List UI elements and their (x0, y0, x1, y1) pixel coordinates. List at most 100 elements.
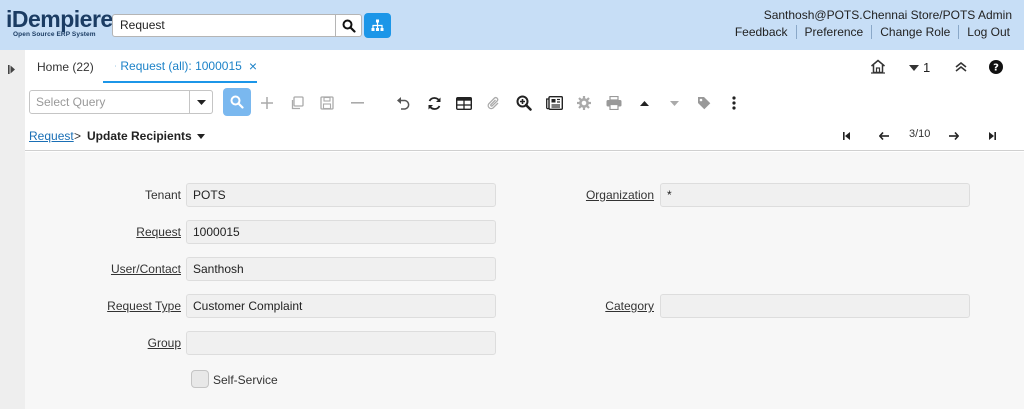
self-service-label: Self-Service (213, 373, 278, 387)
newspaper-icon (545, 96, 563, 110)
report-button[interactable] (541, 90, 567, 116)
tag-button[interactable] (691, 90, 717, 116)
menu-tree-button[interactable] (364, 13, 391, 38)
user-info[interactable]: Santhosh@POTS.Chennai Store/POTS Admin (764, 8, 1012, 22)
print-button[interactable] (601, 90, 627, 116)
breadcrumb: Request > Update Recipients 3/10 (25, 121, 1024, 151)
breadcrumb-separator: > (74, 129, 82, 143)
user-contact-label[interactable]: User/Contact (25, 262, 181, 276)
next-record-button[interactable] (661, 90, 687, 116)
caret-down-icon (669, 100, 679, 106)
breadcrumb-current-label: Update Recipients (87, 129, 192, 143)
save-icon (320, 96, 334, 110)
plus-icon (261, 97, 273, 109)
tab-home[interactable]: Home (22) (37, 50, 94, 83)
idempiere-logo[interactable]: iDempiere Open Source ERP System (6, 6, 113, 41)
help-icon[interactable]: ? (989, 60, 1003, 77)
logo-text: iDempiere (6, 6, 113, 32)
attachment-button[interactable] (481, 90, 507, 116)
tab-request-label: Request (all): 1000015 (120, 58, 242, 73)
close-tab-icon[interactable]: × (249, 58, 257, 74)
logo-tagline: Open Source ERP System (13, 31, 96, 38)
paperclip-icon (487, 96, 499, 109)
group-field[interactable] (186, 331, 496, 355)
category-label[interactable]: Category (495, 299, 654, 313)
record-form: Tenant POTS Organization * Request 10000… (25, 152, 1024, 409)
more-actions-button[interactable] (721, 90, 747, 116)
copy-icon (291, 96, 304, 110)
undo-button[interactable] (390, 90, 416, 116)
header-links: Feedback Preference Change Role Log Out (727, 25, 1018, 39)
organization-label[interactable]: Organization (495, 188, 654, 202)
breadcrumb-current-tab[interactable]: Update Recipients (87, 129, 206, 143)
tab-request[interactable]: Request (all): 1000015 × (103, 50, 257, 83)
query-dropdown-button[interactable] (189, 90, 213, 114)
delete-button[interactable] (344, 90, 370, 116)
checked-window-icon (115, 64, 117, 67)
tab-home-label: Home (22) (37, 59, 94, 74)
preference-link[interactable]: Preference (797, 25, 872, 39)
group-label[interactable]: Group (25, 336, 181, 350)
skip-first-icon (842, 132, 850, 140)
request-type-label[interactable]: Request Type (25, 299, 181, 313)
global-search-input[interactable]: Request (112, 14, 336, 37)
caret-down-icon (909, 64, 919, 71)
search-icon (230, 95, 244, 109)
tag-icon (698, 97, 711, 110)
svg-text:?: ? (993, 63, 999, 74)
caret-up-icon (639, 100, 649, 106)
category-field[interactable] (660, 294, 970, 318)
feedback-link[interactable]: Feedback (727, 25, 796, 39)
next-record-nav-button[interactable] (947, 129, 961, 143)
undo-icon (396, 97, 409, 110)
refresh-icon (428, 96, 440, 110)
last-record-button[interactable] (985, 129, 999, 143)
more-vertical-icon (732, 96, 736, 110)
zoom-across-button[interactable] (511, 90, 537, 116)
request-label[interactable]: Request (25, 225, 181, 239)
refresh-button[interactable] (421, 90, 447, 116)
gear-icon (577, 96, 591, 110)
zoom-in-icon (516, 95, 532, 111)
request-field[interactable]: 1000015 (186, 220, 496, 244)
expand-panel-icon[interactable] (8, 63, 16, 77)
previous-record-nav-button[interactable] (877, 129, 891, 143)
copy-record-button[interactable] (284, 90, 310, 116)
window-tabbar: Home (22) Request (all): 1000015 × 1 ? (25, 50, 1024, 83)
minus-icon (350, 102, 364, 104)
tenant-label: Tenant (144, 188, 181, 202)
breadcrumb-parent-link[interactable]: Request (29, 129, 74, 143)
table-icon (456, 96, 472, 110)
sitemap-icon (371, 19, 384, 31)
caret-down-icon (196, 99, 206, 105)
search-icon (342, 19, 356, 33)
new-record-button[interactable] (254, 90, 280, 116)
select-query-combobox[interactable]: Select Query (29, 90, 213, 114)
arrow-right-icon (949, 132, 959, 140)
log-out-link[interactable]: Log Out (959, 25, 1018, 39)
user-contact-field[interactable]: Santhosh (186, 257, 496, 281)
west-panel-collapsed (0, 50, 25, 409)
tenant-field[interactable]: POTS (186, 183, 496, 207)
save-button[interactable] (314, 90, 340, 116)
previous-record-button[interactable] (631, 90, 657, 116)
printer-icon (606, 96, 622, 110)
window-switcher[interactable]: 1 (909, 60, 930, 75)
organization-field[interactable]: * (660, 183, 970, 207)
request-type-field[interactable]: Customer Complaint (186, 294, 496, 318)
skip-last-icon (988, 132, 996, 140)
window-count: 1 (923, 60, 931, 75)
home-icon[interactable] (870, 59, 886, 77)
arrow-left-icon (879, 132, 889, 140)
process-button[interactable] (571, 90, 597, 116)
app-header: iDempiere Open Source ERP System Request… (0, 0, 1024, 50)
grid-toggle-button[interactable] (451, 90, 477, 116)
window-toolbar: Select Query (25, 85, 1024, 119)
first-record-button[interactable] (839, 129, 853, 143)
search-button[interactable] (336, 14, 362, 37)
self-service-checkbox[interactable] (191, 370, 209, 388)
find-button[interactable] (223, 88, 251, 116)
change-role-link[interactable]: Change Role (872, 25, 958, 39)
collapse-header-icon[interactable] (955, 61, 967, 75)
record-position: 3/10 (909, 128, 931, 140)
